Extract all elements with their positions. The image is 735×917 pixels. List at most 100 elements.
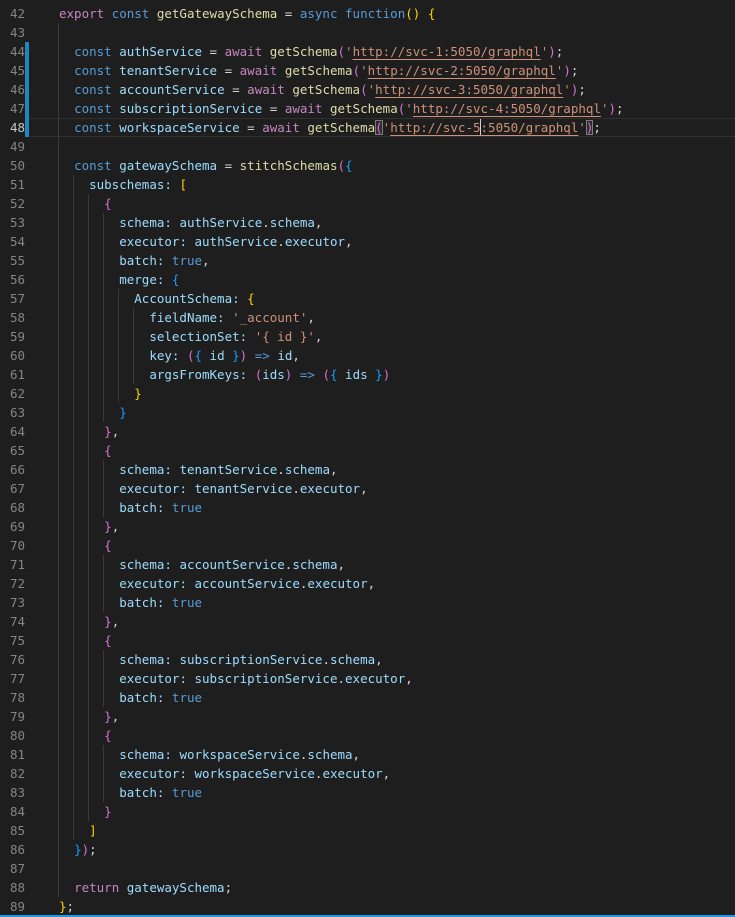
line-number[interactable]: 68 (0, 498, 25, 517)
line-number[interactable]: 77 (0, 669, 25, 688)
code-line[interactable]: 43 (0, 23, 735, 42)
code-line[interactable]: 70 { (0, 536, 735, 555)
code-line[interactable]: 76 schema: subscriptionService.schema, (0, 650, 735, 669)
code-line[interactable]: 65 { (0, 441, 735, 460)
line-number[interactable]: 60 (0, 346, 25, 365)
code-line[interactable]: 45 const tenantService = await getSchema… (0, 61, 735, 80)
line-number[interactable]: 42 (0, 4, 25, 23)
code-line[interactable]: 55 batch: true, (0, 251, 735, 270)
code-line[interactable]: 47 const subscriptionService = await get… (0, 99, 735, 118)
line-number[interactable]: 65 (0, 441, 25, 460)
code-line[interactable]: 73 batch: true (0, 593, 735, 612)
line-number[interactable]: 67 (0, 479, 25, 498)
line-number[interactable]: 61 (0, 365, 25, 384)
line-number[interactable]: 79 (0, 707, 25, 726)
line-number[interactable]: 74 (0, 612, 25, 631)
code-line[interactable]: 89}; (0, 897, 735, 916)
line-number[interactable]: 85 (0, 821, 25, 840)
line-number[interactable]: 44 (0, 42, 25, 61)
line-number[interactable]: 72 (0, 574, 25, 593)
code-line[interactable]: 56 merge: { (0, 270, 735, 289)
line-number[interactable]: 62 (0, 384, 25, 403)
code-line[interactable]: 72 executor: accountService.executor, (0, 574, 735, 593)
code-line[interactable]: 44 const authService = await getSchema('… (0, 42, 735, 61)
code-line[interactable]: 80 { (0, 726, 735, 745)
line-number[interactable]: 84 (0, 802, 25, 821)
code-line[interactable]: 52 { (0, 194, 735, 213)
line-number[interactable]: 49 (0, 137, 25, 156)
line-number[interactable]: 78 (0, 688, 25, 707)
line-number[interactable]: 83 (0, 783, 25, 802)
token (202, 348, 210, 363)
line-number[interactable]: 55 (0, 251, 25, 270)
code-line[interactable]: 69 }, (0, 517, 735, 536)
code-line[interactable]: 84 } (0, 802, 735, 821)
code-line[interactable]: 49 (0, 137, 735, 156)
code-line[interactable]: 54 executor: authService.executor, (0, 232, 735, 251)
code-line[interactable]: 46 const accountService = await getSchem… (0, 80, 735, 99)
line-number[interactable]: 45 (0, 61, 25, 80)
code-line[interactable]: 83 batch: true (0, 783, 735, 802)
code-line[interactable]: 75 { (0, 631, 735, 650)
line-number[interactable]: 63 (0, 403, 25, 422)
line-number[interactable]: 82 (0, 764, 25, 783)
code-line[interactable]: 61 argsFromKeys: (ids) => ({ ids }) (0, 365, 735, 384)
line-number[interactable]: 47 (0, 99, 25, 118)
code-line[interactable]: 63 } (0, 403, 735, 422)
line-number[interactable]: 48 (0, 118, 25, 137)
code-line[interactable]: 71 schema: accountService.schema, (0, 555, 735, 574)
code-line[interactable]: 85 ] (0, 821, 735, 840)
code-line[interactable]: 77 executor: subscriptionService.executo… (0, 669, 735, 688)
line-number[interactable]: 87 (0, 859, 25, 878)
code-line[interactable]: 87 (0, 859, 735, 878)
code-line[interactable]: 51 subschemas: [ (0, 175, 735, 194)
line-number[interactable]: 58 (0, 308, 25, 327)
line-number[interactable]: 71 (0, 555, 25, 574)
code-line[interactable]: 59 selectionSet: '{ id }', (0, 327, 735, 346)
code-line[interactable]: 53 schema: authService.schema, (0, 213, 735, 232)
line-number[interactable]: 70 (0, 536, 25, 555)
line-number[interactable]: 76 (0, 650, 25, 669)
code-line[interactable]: 42export const getGatewaySchema = async … (0, 4, 735, 23)
line-number[interactable]: 75 (0, 631, 25, 650)
line-number[interactable]: 80 (0, 726, 25, 745)
code-line[interactable]: 57 AccountSchema: { (0, 289, 735, 308)
line-number[interactable]: 50 (0, 156, 25, 175)
code-line[interactable]: 66 schema: tenantService.schema, (0, 460, 735, 479)
code-line[interactable]: 60 key: ({ id }) => id, (0, 346, 735, 365)
line-number[interactable]: 64 (0, 422, 25, 441)
code-line[interactable]: 74 }, (0, 612, 735, 631)
code-line[interactable]: 48 const workspaceService = await getSch… (0, 118, 735, 137)
code-line[interactable]: 68 batch: true (0, 498, 735, 517)
code-line[interactable]: 81 schema: workspaceService.schema, (0, 745, 735, 764)
line-number[interactable]: 69 (0, 517, 25, 536)
code-line[interactable]: 58 fieldName: '_account', (0, 308, 735, 327)
line-number[interactable]: 66 (0, 460, 25, 479)
code-line[interactable]: 86 }); (0, 840, 735, 859)
line-number[interactable]: 57 (0, 289, 25, 308)
code-line[interactable]: 62 } (0, 384, 735, 403)
line-number[interactable]: 53 (0, 213, 25, 232)
line-number[interactable]: 43 (0, 23, 25, 42)
code-text: const subscriptionService = await getSch… (29, 99, 624, 118)
line-number[interactable]: 54 (0, 232, 25, 251)
line-number[interactable]: 46 (0, 80, 25, 99)
code-line[interactable]: 82 executor: workspaceService.executor, (0, 764, 735, 783)
code-line[interactable]: 64 }, (0, 422, 735, 441)
code-line[interactable]: 79 }, (0, 707, 735, 726)
token (247, 348, 255, 363)
code-line[interactable]: 67 executor: tenantService.executor, (0, 479, 735, 498)
code-line[interactable]: 50 const gatewaySchema = stitchSchemas({ (0, 156, 735, 175)
code-editor[interactable]: 42export const getGatewaySchema = async … (0, 0, 735, 917)
code-line[interactable]: 78 batch: true (0, 688, 735, 707)
line-number[interactable]: 88 (0, 878, 25, 897)
code-line[interactable]: 88 return gatewaySchema; (0, 878, 735, 897)
line-number[interactable]: 73 (0, 593, 25, 612)
line-number[interactable]: 51 (0, 175, 25, 194)
line-number[interactable]: 81 (0, 745, 25, 764)
line-number[interactable]: 56 (0, 270, 25, 289)
line-number[interactable]: 89 (0, 897, 25, 916)
line-number[interactable]: 52 (0, 194, 25, 213)
line-number[interactable]: 59 (0, 327, 25, 346)
line-number[interactable]: 86 (0, 840, 25, 859)
